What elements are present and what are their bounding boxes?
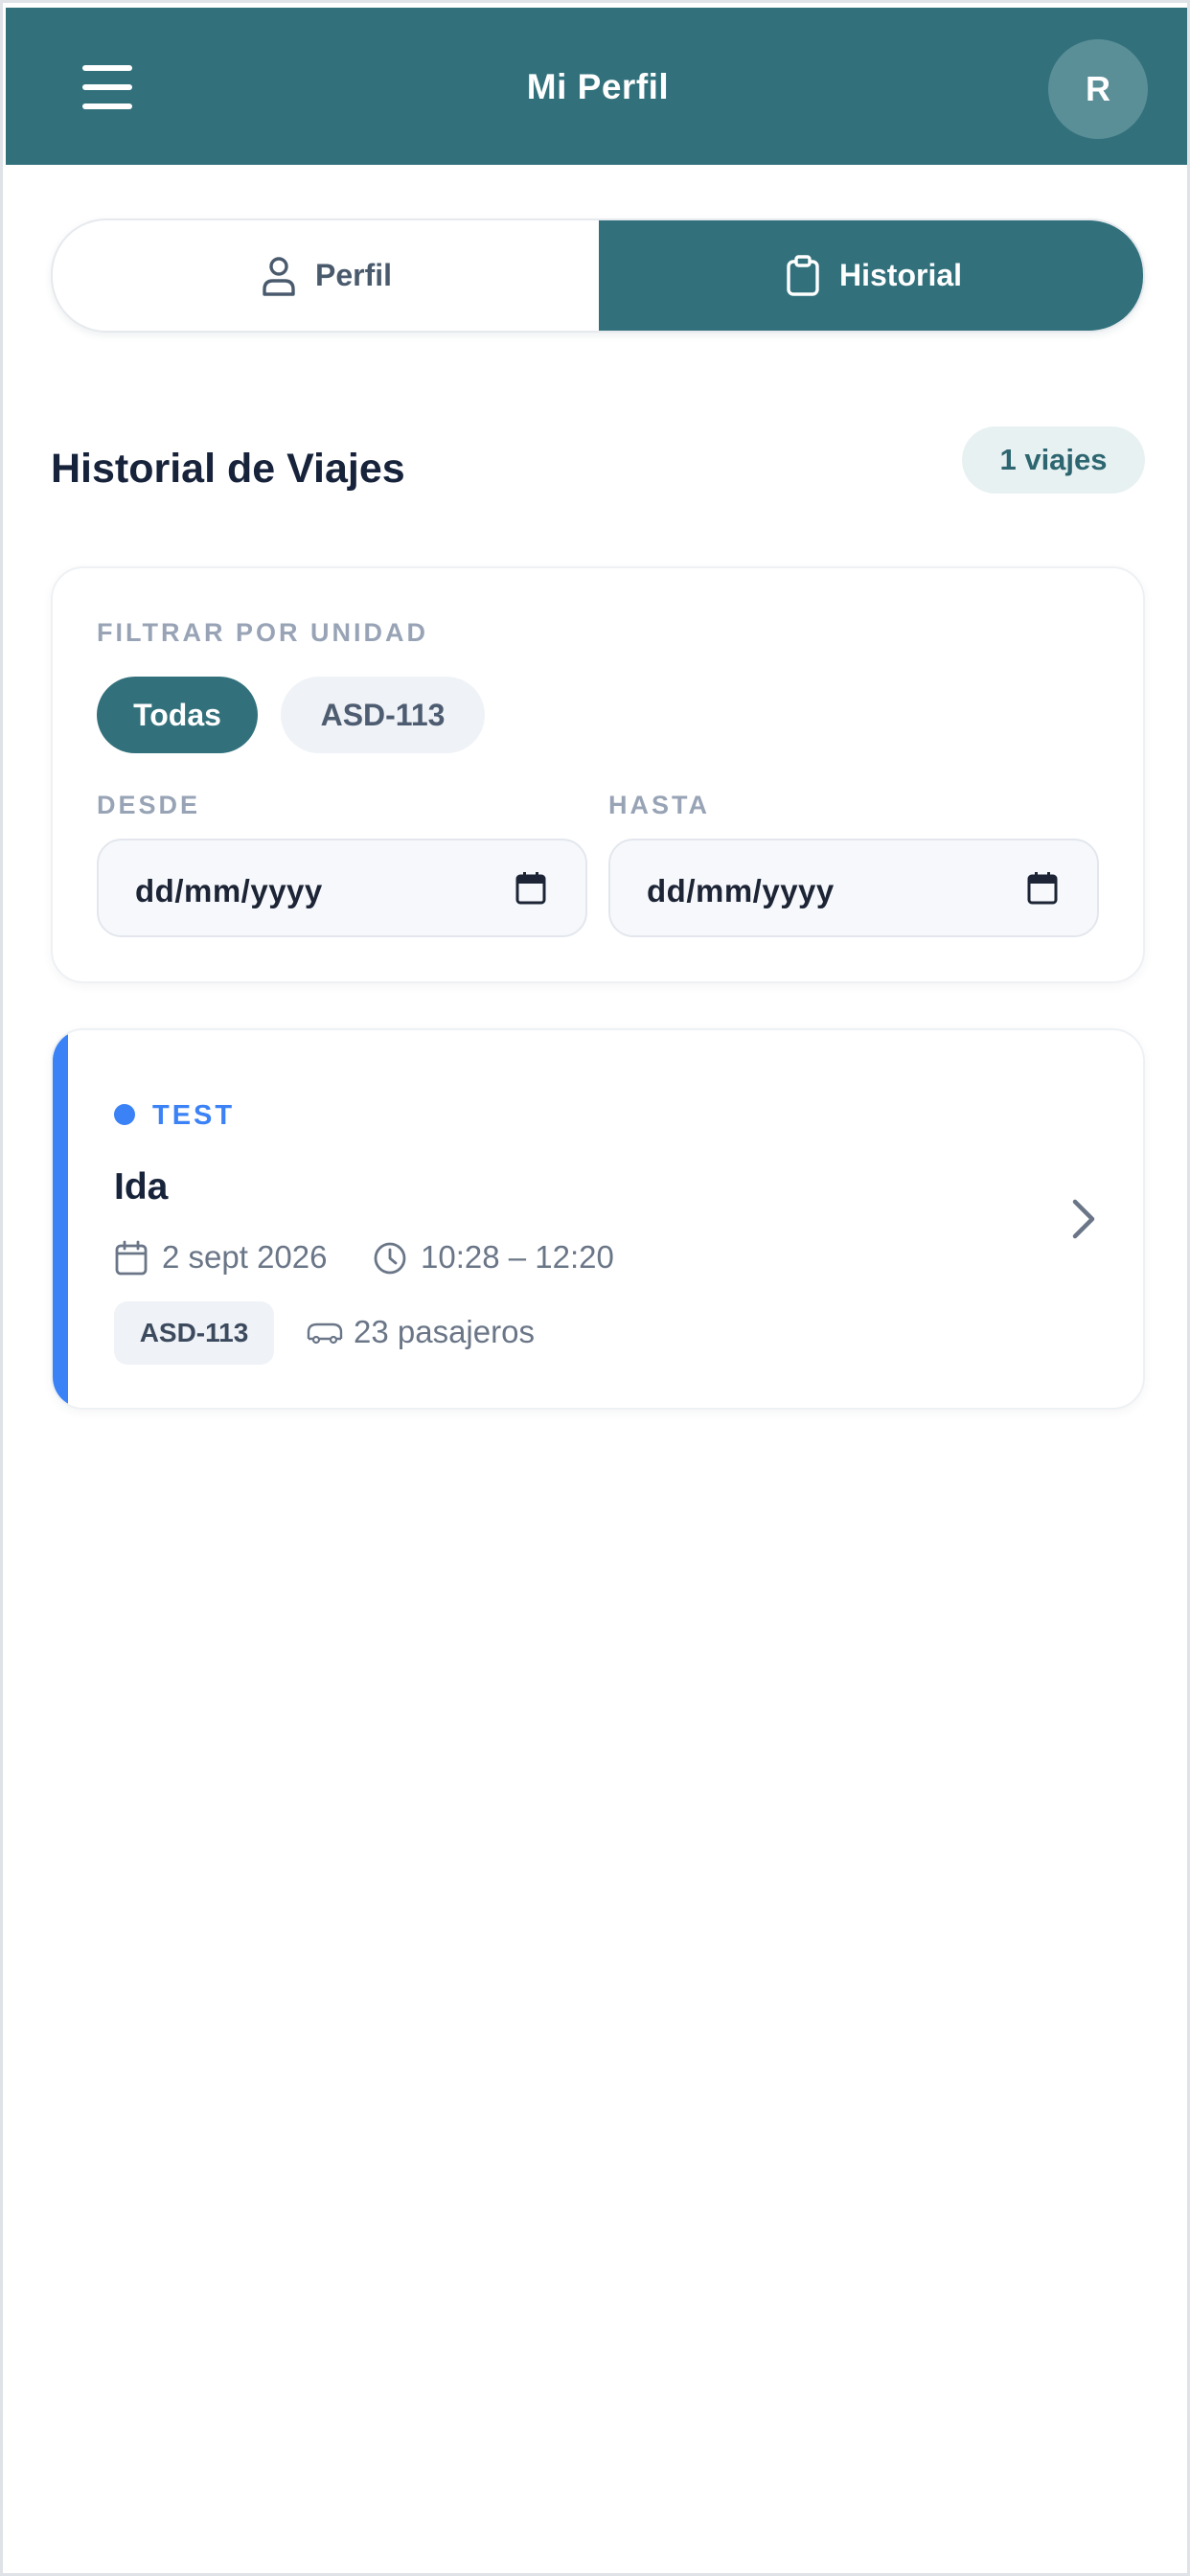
chevron-right-icon[interactable] xyxy=(1066,1195,1099,1243)
trip-date: 2 sept 2026 xyxy=(162,1239,328,1275)
app-header: Mi Perfil R xyxy=(6,8,1187,165)
from-date-label: DESDE xyxy=(97,791,201,819)
clipboard-icon xyxy=(787,254,819,296)
tab-historial-label: Historial xyxy=(838,258,963,292)
tab-historial[interactable]: Historial xyxy=(599,220,1143,331)
user-icon xyxy=(263,256,295,296)
section-title: Historial de Viajes xyxy=(51,446,405,492)
filter-chip-todas[interactable]: Todas xyxy=(97,677,258,753)
clock-icon xyxy=(374,1242,406,1275)
to-date-label: HASTA xyxy=(608,791,710,819)
trip-time: 10:28 – 12:20 xyxy=(421,1239,614,1275)
page-title: Mi Perfil xyxy=(526,67,670,106)
unit-filter-label: FILTRAR POR UNIDAD xyxy=(97,618,428,647)
from-date-placeholder: dd/mm/yyyy xyxy=(135,873,323,908)
tab-perfil-label: Perfil xyxy=(314,258,393,292)
trip-count-badge: 1 viajes xyxy=(962,426,1145,494)
calendar-icon[interactable] xyxy=(1026,871,1059,906)
trip-unit-tag: ASD-113 xyxy=(114,1301,274,1365)
calendar-icon[interactable] xyxy=(515,871,547,906)
bus-icon xyxy=(307,1322,343,1345)
trip-card[interactable]: TEST Ida 2 sept 2026 10:28 – 12:20 ASD-1… xyxy=(51,1028,1145,1410)
to-date-placeholder: dd/mm/yyyy xyxy=(647,873,835,908)
trip-direction: Ida xyxy=(114,1166,169,1208)
profile-tabs: Perfil Historial xyxy=(51,218,1145,333)
status-dot-icon xyxy=(114,1104,135,1125)
trip-accent-bar xyxy=(53,1030,68,1408)
trip-status-label: TEST xyxy=(152,1100,236,1131)
filter-chip-asd-113[interactable]: ASD-113 xyxy=(281,677,485,753)
app-screen: Mi Perfil R Perfil Historial Historial d… xyxy=(0,0,1190,2576)
tab-perfil[interactable]: Perfil xyxy=(53,220,599,331)
trip-passengers: 23 pasajeros xyxy=(354,1314,535,1349)
avatar[interactable]: R xyxy=(1048,39,1148,139)
calendar-icon xyxy=(115,1240,148,1276)
filter-card: FILTRAR POR UNIDAD Todas ASD-113 DESDE H… xyxy=(51,566,1145,983)
from-date-field[interactable]: dd/mm/yyyy xyxy=(97,839,587,937)
to-date-field[interactable]: dd/mm/yyyy xyxy=(608,839,1099,937)
